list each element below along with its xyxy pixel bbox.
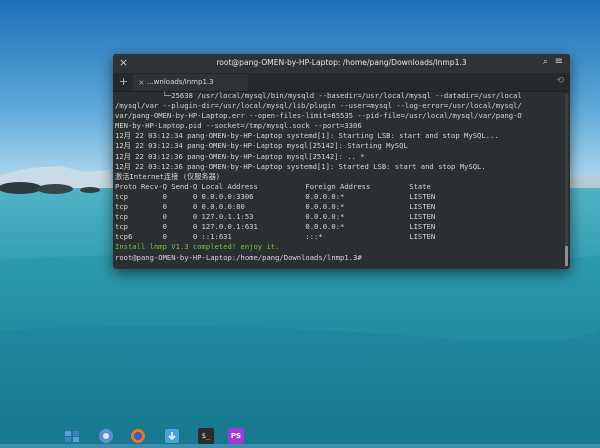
terminal-line: /mysql/var --plugin-dir=/usr/local/mysql…: [115, 101, 522, 111]
tab-lnmp[interactable]: × ...wnloads/lnmp1.3: [133, 74, 248, 91]
terminal-line: └─25638 /usr/local/mysql/bin/mysqld --ba…: [115, 91, 522, 100]
tab-close-icon[interactable]: ×: [138, 74, 145, 91]
terminal-icon[interactable]: $_: [198, 428, 214, 444]
window-titlebar[interactable]: × root@pang-OMEN-by-HP-Laptop: /home/pan…: [113, 54, 570, 74]
chrome-icon[interactable]: [98, 428, 114, 444]
scrollbar-thumb[interactable]: [565, 246, 568, 266]
terminal-line: 12月 22 03:12:36 pang-OMEN-by-HP-Laptop s…: [115, 161, 486, 171]
terminal-window[interactable]: × root@pang-OMEN-by-HP-Laptop: /home/pan…: [113, 54, 570, 269]
terminal-line: tcp 0 0 0.0.0.0:80 0.0.0.0:* LISTEN: [115, 202, 436, 212]
search-icon[interactable]: ⌕: [543, 57, 548, 67]
terminal-output[interactable]: └─25638 /usr/local/mysql/bin/mysqld --ba…: [115, 91, 564, 267]
history-icon[interactable]: ⟲: [556, 76, 564, 86]
terminal-line: 激活Internet连接 (仅服务器): [115, 171, 221, 181]
firefox-icon[interactable]: [130, 428, 146, 444]
window-title: root@pang-OMEN-by-HP-Laptop: /home/pang/…: [216, 58, 467, 67]
terminal-icon-label: $_: [201, 432, 211, 440]
phpstorm-icon[interactable]: PS: [228, 428, 244, 444]
tab-label: ...wnloads/lnmp1.3: [147, 78, 214, 86]
terminal-line: var/pang-OMEN-by-HP-Laptop.err --open-fi…: [115, 111, 522, 121]
terminal-line: tcp 0 0 127.0.1.1:53 0.0.0.0:* LISTEN: [115, 212, 436, 222]
success-message: Install lnmp V1.3 completed! enjoy it.: [115, 242, 280, 252]
terminal-line: 12月 22 03:12:34 pang-OMEN-by-HP-Laptop s…: [115, 131, 499, 141]
terminal-line: 12月 22 03:12:34 pang-OMEN-by-HP-Laptop m…: [115, 141, 408, 151]
workspaces-icon[interactable]: [64, 428, 80, 444]
phpstorm-icon-label: PS: [230, 432, 242, 440]
add-tab-icon[interactable]: +: [119, 75, 128, 88]
scrollbar[interactable]: [565, 94, 568, 266]
terminal-line: tcp 0 0 127.0.0.1:631 0.0.0.0:* LISTEN: [115, 222, 436, 232]
download-icon[interactable]: [164, 428, 180, 444]
terminal-line: tcp6 0 0 ::1:631 :::* LISTEN: [115, 232, 436, 242]
shell-prompt[interactable]: root@pang-OMEN-by-HP-Laptop:/home/pang/D…: [115, 253, 564, 263]
menu-icon[interactable]: ≡: [555, 56, 563, 67]
dock: $_ PS: [60, 426, 260, 444]
terminal-line: 12月 22 03:12:36 pang-OMEN-by-HP-Laptop m…: [115, 151, 365, 161]
terminal-line: MEN-by-HP-Laptop.pid --socket=/tmp/mysql…: [115, 121, 362, 131]
terminal-line: tcp 0 0 0.0.0.0:3306 0.0.0.0:* LISTEN: [115, 191, 436, 201]
terminal-line: Proto Recv-Q Send-Q Local Address Foreig…: [115, 181, 431, 191]
tab-bar: + × ...wnloads/lnmp1.3 ⟲: [113, 74, 570, 92]
